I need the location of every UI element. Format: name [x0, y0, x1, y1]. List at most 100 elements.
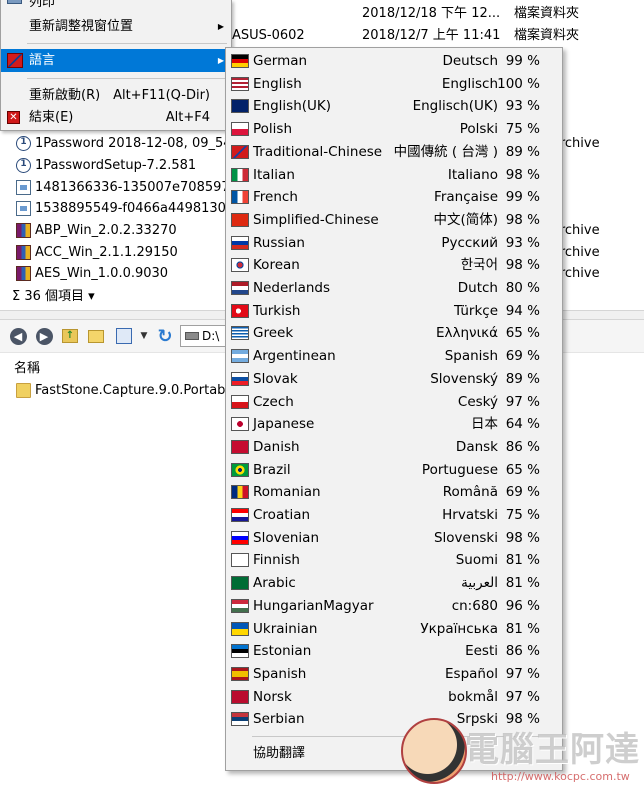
- language-name: Russian: [253, 234, 305, 251]
- menu-item-language[interactable]: 語言 ▶: [1, 49, 232, 72]
- language-name: Japanese: [253, 416, 315, 433]
- language-name: Traditional-Chinese: [253, 143, 383, 160]
- language-item-sa[interactable]: Arabic العربية 81 %: [226, 572, 562, 595]
- language-item-tw[interactable]: Traditional-Chinese 中國傳統 ( 台灣 ) 89 %: [226, 141, 562, 164]
- file-row[interactable]: 1 1Password 2018-12-08, 09_54: [16, 133, 230, 154]
- menu-item-reposition[interactable]: 重新調整視窗位置 ▶: [1, 15, 232, 38]
- flag-us-icon: [231, 76, 249, 91]
- language-item-ro[interactable]: Romanian Română 69 %: [226, 481, 562, 504]
- menu-item-shortcut: Alt+F4: [165, 110, 210, 125]
- flag-cn-icon: [231, 212, 249, 227]
- watermark-url: http://www.kocpc.com.tw: [491, 770, 630, 783]
- flag-uk-icon: [231, 99, 249, 114]
- view-button[interactable]: [114, 326, 134, 346]
- new-folder-button[interactable]: [86, 326, 106, 346]
- document-icon: [16, 201, 31, 217]
- language-item-es[interactable]: Spanish Español 97 %: [226, 663, 562, 686]
- language-item-nl[interactable]: Nederlands Dutch 80 %: [226, 277, 562, 300]
- language-name: Polish: [253, 121, 293, 138]
- language-item-ua[interactable]: Ukrainian Українська 81 %: [226, 618, 562, 641]
- flag-sk-icon: [231, 371, 249, 386]
- language-item-it[interactable]: Italian Italiano 98 %: [226, 164, 562, 187]
- file-row[interactable]: 1 1PasswordSetup-7.2.581: [16, 155, 230, 176]
- flag-ee-icon: [231, 644, 249, 659]
- folder-icon: [16, 383, 31, 398]
- language-item-ar[interactable]: Argentinean Spanish 69 %: [226, 345, 562, 368]
- language-item-cn[interactable]: Simplified-Chinese 中文(简体) 98 %: [226, 209, 562, 232]
- language-item-fr[interactable]: French Française 99 %: [226, 186, 562, 209]
- mascot-face-icon: [401, 718, 467, 784]
- archive-icon: [16, 244, 31, 260]
- language-item-uk[interactable]: English(UK) Englisch(UK) 93 %: [226, 95, 562, 118]
- file-row[interactable]: ABP_Win_2.0.2.33270: [16, 220, 230, 241]
- flag-rs-icon: [231, 712, 249, 727]
- language-native-name: Eesti: [465, 643, 498, 660]
- language-item-si[interactable]: Slovenian Slovenski 98 %: [226, 527, 562, 550]
- flag-hu-icon: [231, 598, 249, 613]
- file-row-label: 1PasswordSetup-7.2.581: [35, 157, 197, 173]
- language-name: Slovenian: [253, 529, 320, 546]
- menu-item-label: 協助翻譯: [253, 746, 306, 761]
- menu-item-label: 列印: [29, 0, 56, 10]
- view-dropdown-button[interactable]: ▼: [134, 326, 154, 346]
- language-native-name: Română: [442, 484, 498, 501]
- language-item-ee[interactable]: Estonian Eesti 86 %: [226, 640, 562, 663]
- flag-jp-icon: [231, 417, 249, 432]
- language-item-br[interactable]: Brazil Portuguese 65 %: [226, 459, 562, 482]
- list-item[interactable]: FastStone.Capture.9.0.Portabl: [16, 380, 230, 401]
- menu-item-exit[interactable]: ✕ 結束(E) Alt+F4: [1, 106, 232, 129]
- close-icon: ✕: [7, 111, 20, 124]
- menu-item-label: 重新啟動(R): [29, 88, 101, 103]
- language-item-no[interactable]: Norsk bokmål 97 %: [226, 686, 562, 709]
- flag-fr-icon: [231, 190, 249, 205]
- column-header-label: 名稱: [14, 361, 41, 376]
- language-name: Arabic: [253, 575, 296, 592]
- up-folder-button[interactable]: ↑: [60, 326, 80, 346]
- language-item-pl[interactable]: Polish Polski 75 %: [226, 118, 562, 141]
- language-item-cz[interactable]: Czech Ceský 97 %: [226, 391, 562, 414]
- language-item-hr[interactable]: Croatian Hrvatski 75 %: [226, 504, 562, 527]
- back-arrow-icon: ◀: [9, 327, 27, 345]
- file-row[interactable]: AES_Win_1.0.0.9030: [16, 263, 230, 284]
- file-row[interactable]: ACC_Win_2.1.1.29150: [16, 242, 230, 263]
- flag-nl-icon: [231, 281, 249, 295]
- language-name: HungarianMagyar: [253, 597, 374, 614]
- language-native-name: 한국어: [460, 257, 498, 274]
- file-name-column: ASUS-0602: [232, 27, 305, 43]
- language-item-us[interactable]: English Englisch 100 %: [226, 73, 562, 96]
- language-item-tr[interactable]: Turkish Türkçe 94 %: [226, 300, 562, 323]
- refresh-button[interactable]: ↻: [155, 326, 175, 347]
- language-item-de[interactable]: German Deutsch 99 %: [226, 50, 562, 73]
- language-native-name: Englisch(UK): [412, 98, 498, 115]
- language-item-sk[interactable]: Slovak Slovenský 89 %: [226, 368, 562, 391]
- flag-de-icon: [231, 54, 249, 68]
- menu-item-restart[interactable]: 重新啟動(R) Alt+F11(Q-Dir): [1, 84, 232, 107]
- language-name: Danish: [253, 438, 300, 455]
- file-row[interactable]: 1538895549-f0466a44981308: [16, 198, 230, 219]
- flag-dk-icon: [231, 439, 249, 454]
- translation-percent: 97 %: [505, 688, 540, 705]
- language-item-kr[interactable]: Korean 한국어 98 %: [226, 254, 562, 277]
- forward-button[interactable]: ▶: [34, 326, 54, 346]
- file-type: 檔案資料夾: [514, 27, 580, 43]
- translation-percent: 99 %: [505, 189, 540, 206]
- file-date: 2018/12/18 下午 12...: [362, 6, 501, 21]
- file-row[interactable]: 1481366336-135007e708597: [16, 177, 230, 198]
- language-item-dk[interactable]: Danish Dansk 86 %: [226, 436, 562, 459]
- language-item-hu[interactable]: HungarianMagyar cn:680 96 %: [226, 595, 562, 618]
- translation-percent: 100 %: [497, 75, 540, 92]
- language-item-fi[interactable]: Finnish Suomi 81 %: [226, 549, 562, 572]
- language-native-name: 中國傳統 ( 台灣 ): [393, 143, 498, 160]
- back-button[interactable]: ◀: [8, 326, 28, 346]
- language-item-ru[interactable]: Russian Русский 93 %: [226, 232, 562, 255]
- column-header-name[interactable]: 名稱: [14, 357, 40, 376]
- translation-percent: 97 %: [505, 665, 540, 682]
- menu-item-print[interactable]: 列印: [1, 0, 232, 14]
- menu-item-help-translate[interactable]: 協助翻譯: [253, 743, 305, 765]
- language-native-name: Hrvatski: [442, 507, 498, 523]
- file-row-label: AES_Win_1.0.0.9030: [35, 266, 169, 282]
- path-bar[interactable]: D:\: [180, 325, 230, 347]
- file-row-label: 1Password 2018-12-08, 09_54: [35, 136, 230, 152]
- language-item-jp[interactable]: Japanese 日本 64 %: [226, 413, 562, 436]
- language-item-gr[interactable]: Greek Ελληνικά 65 %: [226, 322, 562, 345]
